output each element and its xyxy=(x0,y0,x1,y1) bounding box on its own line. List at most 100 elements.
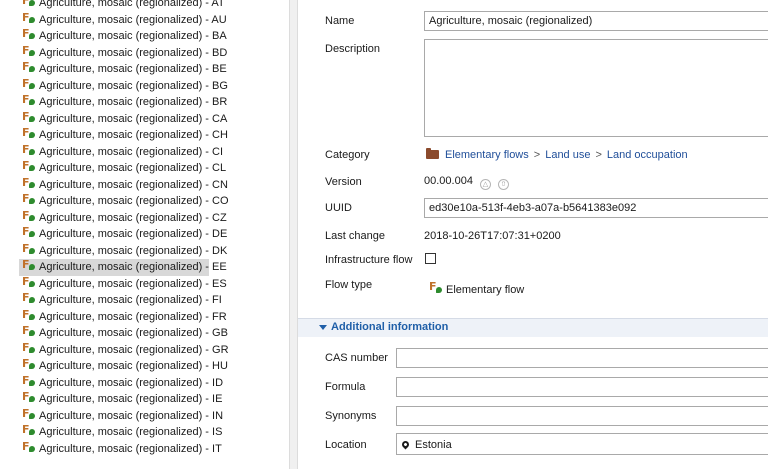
tree-item[interactable]: F Agriculture, mosaic (regionalized) - BD xyxy=(0,44,289,62)
tree-item[interactable]: F Agriculture, mosaic (regionalized) - CL xyxy=(0,159,289,177)
uuid-input[interactable] xyxy=(424,198,768,218)
synonyms-input[interactable] xyxy=(396,406,768,426)
tree-item[interactable]: F Agriculture, mosaic (regionalized) - BR xyxy=(0,93,289,111)
pane-splitter[interactable] xyxy=(289,0,298,469)
tree-item[interactable]: F Agriculture, mosaic (regionalized) - BE xyxy=(0,60,289,78)
tree-item[interactable]: F Agriculture, mosaic (regionalized) - IT xyxy=(0,440,289,458)
tree-item[interactable]: F Agriculture, mosaic (regionalized) - AT xyxy=(0,0,289,12)
description-textarea[interactable] xyxy=(424,39,768,137)
infrastructure-flow-checkbox[interactable] xyxy=(425,253,436,264)
elementary-flow-icon: F xyxy=(22,209,36,223)
flow-type-row: F Elementary flow xyxy=(429,280,524,296)
additional-information-title[interactable]: Additional information xyxy=(331,321,448,333)
infrastructure-flow-label: Infrastructure flow xyxy=(325,254,413,266)
flow-type-label: Flow type xyxy=(325,279,373,291)
tree-item[interactable]: F Agriculture, mosaic (regionalized) - BA xyxy=(0,27,289,45)
tree-item-label: Agriculture, mosaic (regionalized) - DE xyxy=(39,228,228,240)
tree-item[interactable]: F Agriculture, mosaic (regionalized) - CI xyxy=(0,143,289,161)
tree-item[interactable]: F Agriculture, mosaic (regionalized) - CN xyxy=(0,176,289,194)
elementary-flow-icon: F xyxy=(22,60,36,74)
tree-item-label: Agriculture, mosaic (regionalized) - AU xyxy=(39,13,227,26)
elementary-flow-icon: F xyxy=(22,242,36,256)
tree-item-label: Agriculture, mosaic (regionalized) - FI xyxy=(39,294,222,306)
tree-item[interactable]: F Agriculture, mosaic (regionalized) - GR xyxy=(0,341,289,359)
location-pin-icon xyxy=(400,439,411,450)
category-separator: > xyxy=(595,149,602,161)
synonyms-label: Synonyms xyxy=(325,410,377,422)
tree-item[interactable]: F Agriculture, mosaic (regionalized) - BG xyxy=(0,77,289,95)
elementary-flow-icon: F xyxy=(22,407,36,421)
uuid-label: UUID xyxy=(325,202,352,214)
tree-item-label: Agriculture, mosaic (regionalized) - IE xyxy=(39,393,223,405)
version-increment-icon[interactable]: △ xyxy=(479,179,491,190)
additional-information-section-header[interactable]: Additional information xyxy=(298,318,768,337)
category-separator: > xyxy=(533,149,541,161)
tree-item[interactable]: F Agriculture, mosaic (regionalized) - GB xyxy=(0,324,289,342)
version-value: 00.00.004 xyxy=(424,175,473,187)
elementary-flow-icon: F xyxy=(22,77,36,91)
tree-item-label: Agriculture, mosaic (regionalized) - AT xyxy=(39,0,225,9)
category-breadcrumb: Elementary flows > Land use > Land occupatio… xyxy=(426,148,688,161)
flow-editor: Name Description Category Elementary flo… xyxy=(298,0,768,469)
tree-item[interactable]: F Agriculture, mosaic (regionalized) - EE xyxy=(0,258,289,276)
formula-label: Formula xyxy=(325,381,366,393)
description-label: Description xyxy=(325,43,381,55)
tree-item[interactable]: F Agriculture, mosaic (regionalized) - HU xyxy=(0,357,289,375)
elementary-flow-icon: F xyxy=(22,192,36,206)
tree-item-label: Agriculture, mosaic (regionalized) - IT xyxy=(39,442,222,455)
navigation-tree[interactable]: F Agriculture, mosaic (regionalized) - AT… xyxy=(0,0,289,469)
tree-item-label: Agriculture, mosaic (regionalized) - IS xyxy=(39,426,223,438)
elementary-flow-icon: F xyxy=(22,143,36,157)
cas-number-input[interactable] xyxy=(396,348,768,368)
tree-item-label: Agriculture, mosaic (regionalized) - CN xyxy=(39,178,228,191)
version-row: 00.00.004 △ ⇧ xyxy=(424,175,509,190)
location-row[interactable]: Estonia xyxy=(400,439,452,451)
tree-item-label: Agriculture, mosaic (regionalized) - BE xyxy=(39,63,227,75)
tree-item-label: Agriculture, mosaic (regionalized) - IN xyxy=(39,409,224,422)
formula-input[interactable] xyxy=(396,377,768,397)
name-input[interactable] xyxy=(424,11,768,31)
tree-item[interactable]: F Agriculture, mosaic (regionalized) - FR xyxy=(0,308,289,326)
elementary-flow-icon: F xyxy=(22,44,36,58)
elementary-flow-icon: F xyxy=(22,27,36,41)
tree-item[interactable]: F Agriculture, mosaic (regionalized) - IE xyxy=(0,390,289,408)
elementary-flow-icon: F xyxy=(22,110,36,124)
elementary-flow-icon: F xyxy=(429,280,443,295)
elementary-flow-icon: F xyxy=(22,176,36,190)
elementary-flow-icon: F xyxy=(22,390,36,404)
category-link-land-use[interactable]: Land use xyxy=(545,149,590,161)
tree-item-label: Agriculture, mosaic (regionalized) - BA xyxy=(39,30,227,42)
tree-item-label: Agriculture, mosaic (regionalized) - CI xyxy=(39,145,224,158)
tree-item[interactable]: F Agriculture, mosaic (regionalized) - IN xyxy=(0,407,289,425)
tree-item-label: Agriculture, mosaic (regionalized) - HU xyxy=(39,360,228,372)
tree-item[interactable]: F Agriculture, mosaic (regionalized) - DE xyxy=(0,225,289,243)
tree-item[interactable]: F Agriculture, mosaic (regionalized) - CZ xyxy=(0,209,289,227)
category-link-elementary-flows[interactable]: Elementary flows xyxy=(445,149,529,161)
elementary-flow-icon: F xyxy=(22,159,36,173)
tree-item[interactable]: F Agriculture, mosaic (regionalized) - DK xyxy=(0,242,289,260)
tree-item-label: Agriculture, mosaic (regionalized) - FR xyxy=(39,310,227,323)
tree-item[interactable]: F Agriculture, mosaic (regionalized) - CO xyxy=(0,192,289,210)
location-value[interactable]: Estonia xyxy=(415,439,452,451)
version-major-icon[interactable]: ⇧ xyxy=(497,179,509,190)
elementary-flow-icon: F xyxy=(22,440,36,454)
elementary-flow-icon: F xyxy=(22,275,36,289)
elementary-flow-icon: F xyxy=(22,374,36,388)
tree-item-label: Agriculture, mosaic (regionalized) - BG xyxy=(39,79,228,92)
category-label: Category xyxy=(325,149,370,161)
tree-item[interactable]: F Agriculture, mosaic (regionalized) - FI xyxy=(0,291,289,309)
tree-item[interactable]: F Agriculture, mosaic (regionalized) - CA xyxy=(0,110,289,128)
category-link-land-occupation[interactable]: Land occupation xyxy=(607,149,688,161)
expand-collapse-triangle-icon[interactable] xyxy=(319,325,327,330)
name-label: Name xyxy=(325,15,355,27)
elementary-flow-icon: F xyxy=(22,324,36,338)
elementary-flow-icon: F xyxy=(22,93,36,107)
elementary-flow-icon: F xyxy=(22,225,36,239)
tree-item-label: Agriculture, mosaic (regionalized) - CL xyxy=(39,162,227,174)
tree-list: F Agriculture, mosaic (regionalized) - AT… xyxy=(0,0,289,457)
tree-item[interactable]: F Agriculture, mosaic (regionalized) - ID xyxy=(0,374,289,392)
tree-item[interactable]: F Agriculture, mosaic (regionalized) - CH xyxy=(0,126,289,144)
tree-item[interactable]: F Agriculture, mosaic (regionalized) - IS xyxy=(0,423,289,441)
tree-item[interactable]: F Agriculture, mosaic (regionalized) - AU xyxy=(0,11,289,29)
tree-item[interactable]: F Agriculture, mosaic (regionalized) - ES xyxy=(0,275,289,293)
